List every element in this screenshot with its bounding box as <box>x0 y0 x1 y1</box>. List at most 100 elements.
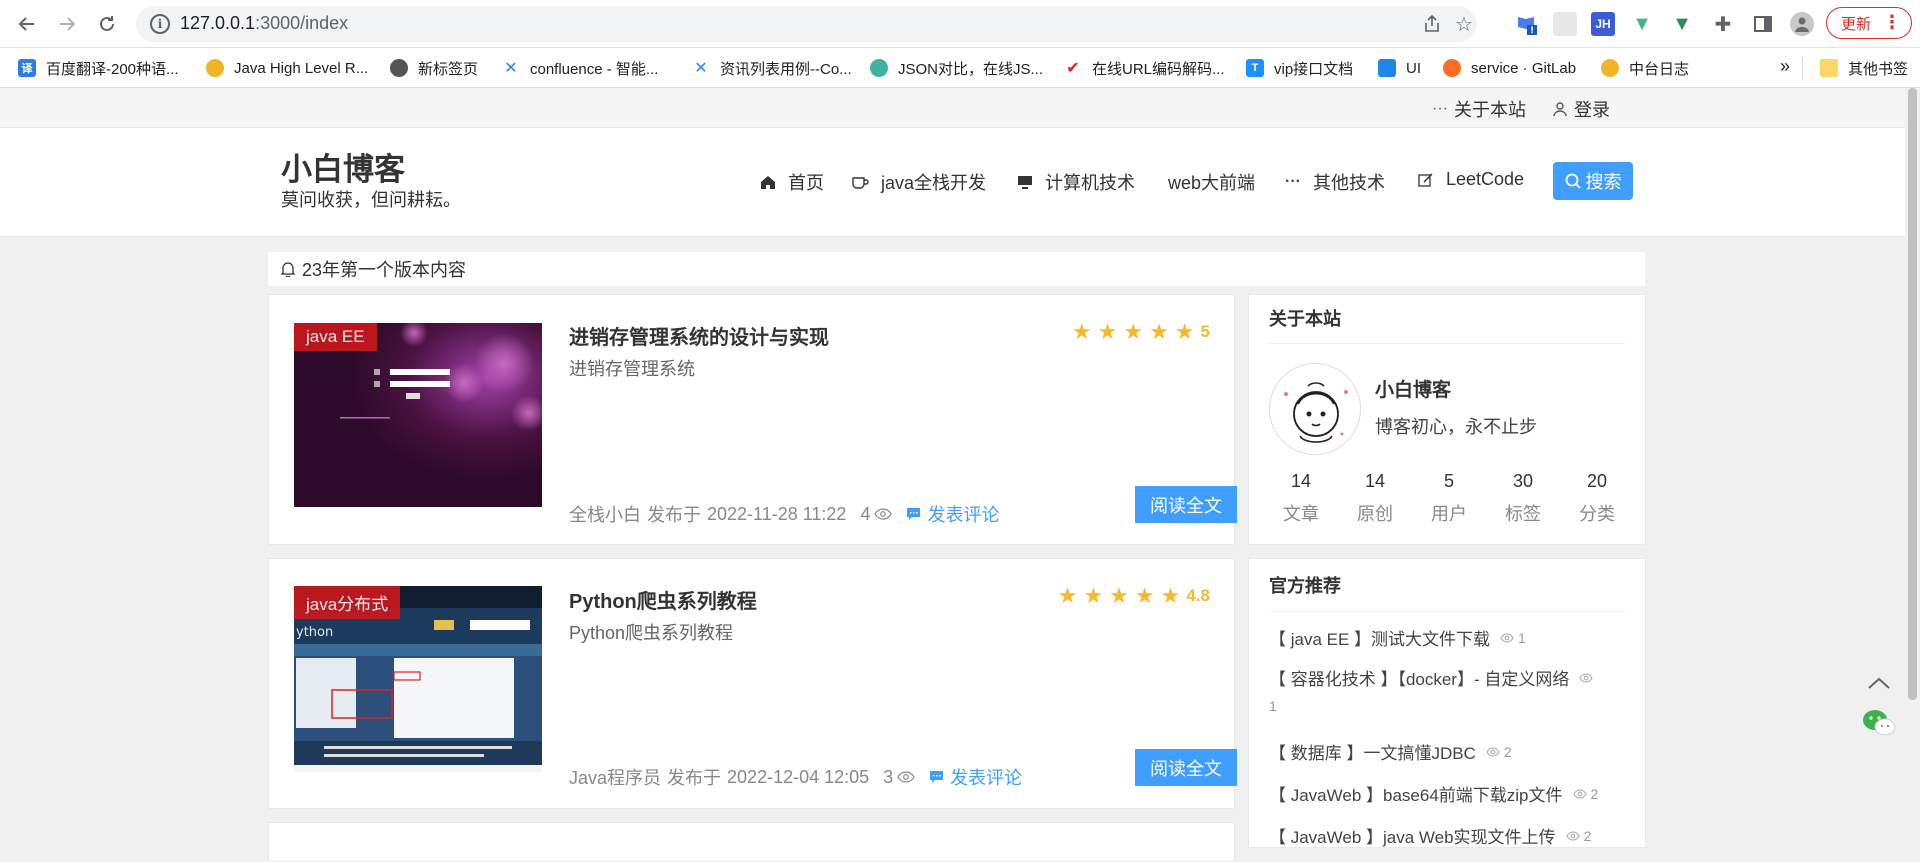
vue-devtools-2-icon[interactable]: ▼ <box>1670 12 1694 36</box>
chevron-up-icon <box>1868 677 1890 689</box>
post-rating: ★★★★★ 5 <box>1072 319 1210 345</box>
forward-button[interactable] <box>52 9 82 39</box>
comment-icon <box>907 508 921 520</box>
nav-home[interactable]: 首页 <box>760 169 824 195</box>
back-button[interactable] <box>12 9 42 39</box>
doc-icon: T <box>1246 59 1264 77</box>
site-logo[interactable]: 小白博客 <box>281 144 405 189</box>
profile-avatar-icon[interactable] <box>1790 12 1814 36</box>
bookmark-item[interactable]: service · GitLab <box>1443 57 1576 79</box>
nav-other[interactable]: ··· 其他技术 <box>1285 169 1385 195</box>
stat-articles[interactable]: 14 文章 <box>1271 471 1331 526</box>
bookmark-item[interactable]: 译百度翻译-200种语... <box>18 57 179 79</box>
gitlab-icon <box>1443 59 1461 77</box>
recommend-item[interactable]: 【 数据库 】一文搞懂JDBC 2 <box>1269 739 1512 764</box>
stat-label: 标签 <box>1505 504 1541 524</box>
post-category-tag[interactable]: java EE <box>294 323 377 351</box>
bookmark-item[interactable]: JSON对比，在线JS... <box>870 57 1043 79</box>
check-icon: ✔ <box>1066 60 1080 77</box>
url-host: 127.0.0.1 <box>180 13 256 33</box>
nav-computer[interactable]: 计算机技术 <box>1017 169 1135 195</box>
vue-devtools-icon[interactable]: ▼ <box>1630 12 1654 36</box>
nav-web[interactable]: web大前端 <box>1168 169 1255 195</box>
bookmark-item[interactable]: 中台日志 <box>1601 57 1689 79</box>
comment-link[interactable]: 发表评论 <box>906 501 999 527</box>
post-meta: 全栈小白 发布于 2022-11-28 11:22 4 发表评论 <box>569 501 999 527</box>
stat-users[interactable]: 5 用户 <box>1419 471 1479 526</box>
more-icon: ··· <box>1285 173 1301 190</box>
bookmark-item[interactable]: UI <box>1378 57 1421 79</box>
post-thumbnail[interactable]: java EE <box>294 323 542 507</box>
bookmark-label: confluence - 智能... <box>530 60 659 78</box>
bookmarks-more-label: » <box>1780 55 1791 76</box>
recommend-views-count: 1 <box>1269 698 1277 714</box>
nav-java[interactable]: java全栈开发 <box>851 169 986 195</box>
extension-grid-icon[interactable] <box>1553 12 1577 36</box>
comment-link[interactable]: 发表评论 <box>929 764 1022 790</box>
eye-icon <box>1572 788 1587 799</box>
post-card: java EE 进销存管理系统的设计与实现 进销存管理系统 ★★★★★ 5 全栈… <box>268 294 1237 545</box>
bookmark-item[interactable]: ✕ confluence - 智能... <box>502 57 658 79</box>
back-to-top-button[interactable] <box>1857 661 1901 705</box>
star-icon: ★★★★★ <box>1071 319 1201 344</box>
recommend-item[interactable]: 【 JavaWeb 】base64前端下载zip文件 2 <box>1269 781 1598 806</box>
bookmark-label: UI <box>1406 59 1421 77</box>
elastic-icon <box>1601 59 1619 77</box>
recommend-views-count: 2 <box>1503 743 1512 760</box>
post-thumbnail[interactable]: ython java分布式 <box>294 586 542 772</box>
author-avatar[interactable] <box>1269 363 1361 455</box>
about-link[interactable]: ··· 关于本站 <box>1432 96 1526 122</box>
read-more-button[interactable]: 阅读全文 <box>1135 749 1237 786</box>
bookmark-other[interactable]: 其他书签 <box>1820 57 1908 79</box>
nav-leetcode-label: LeetCode <box>1446 169 1525 189</box>
recommend-item-text: 【 JavaWeb 】java Web实现文件上传 <box>1269 828 1556 847</box>
author-motto: 博客初心，永不止步 <box>1375 417 1537 437</box>
bookmark-star-icon[interactable]: ☆ <box>1452 12 1476 36</box>
stat-tags[interactable]: 30 标签 <box>1493 471 1553 526</box>
confluence-icon: ✕ <box>504 60 518 77</box>
wechat-button[interactable] <box>1857 701 1901 745</box>
post-title[interactable]: Python爬虫系列教程 <box>569 585 757 614</box>
search-button[interactable]: 搜索 <box>1553 162 1633 200</box>
read-more-button[interactable]: 阅读全文 <box>1135 486 1237 523</box>
bookmark-label: service · GitLab <box>1471 59 1577 77</box>
eye-icon <box>1565 830 1580 841</box>
stat-categories[interactable]: 20 分类 <box>1567 471 1627 526</box>
bookmark-item[interactable]: ✕ 资讯列表用例--Co... <box>692 57 851 79</box>
browser-toolbar: i 127.0.0.1:3000/index ☆ ! JH ▼ ▼ ✚ 更新 ⋮ <box>0 0 1920 48</box>
nav-leetcode[interactable]: LeetCode <box>1418 169 1524 190</box>
bookmark-label: JSON对比，在线JS... <box>898 60 1044 78</box>
bookmark-item[interactable]: 新标签页 <box>390 57 478 79</box>
recommend-title: 官方推荐 <box>1269 576 1341 596</box>
notice-bar[interactable]: 23年第一个版本内容 <box>268 252 1645 286</box>
extension-jh-icon[interactable]: JH <box>1591 12 1615 36</box>
post-author[interactable]: Java程序员 <box>569 764 661 790</box>
post-author[interactable]: 全栈小白 <box>569 501 641 527</box>
recommend-item[interactable]: 【 容器化技术 】【docker】- 自定义网络 1 <box>1269 665 1629 714</box>
recommend-widget: 官方推荐 【 java EE 】测试大文件下载 1 【 容器化技术 】【docke… <box>1248 558 1646 848</box>
bookmark-item[interactable]: Java High Level R... <box>206 57 368 79</box>
reload-button[interactable] <box>92 9 122 39</box>
post-category-tag[interactable]: java分布式 <box>294 586 401 619</box>
extensions-puzzle-icon[interactable]: ✚ <box>1711 12 1735 36</box>
login-link[interactable]: 登录 <box>1552 96 1610 122</box>
post-views: 4 <box>860 503 871 524</box>
bookmark-item[interactable]: Tvip接口文档 <box>1246 57 1353 79</box>
search-label: 搜索 <box>1585 172 1622 192</box>
share-icon[interactable] <box>1420 12 1444 36</box>
svg-text:ython: ython <box>296 625 333 640</box>
url-text[interactable]: 127.0.0.1:3000/index <box>180 13 348 34</box>
post-title[interactable]: 进销存管理系统的设计与实现 <box>569 321 829 350</box>
recommend-item[interactable]: 【 JavaWeb 】java Web实现文件上传 2 <box>1269 823 1591 848</box>
bookmark-item[interactable]: ✔ 在线URL编码解码... <box>1064 57 1224 79</box>
side-panel-icon[interactable] <box>1751 12 1775 36</box>
stat-value: 20 <box>1586 471 1608 491</box>
extension-flag-icon[interactable]: ! <box>1514 12 1538 36</box>
site-info-icon[interactable]: i <box>150 14 170 34</box>
page-scrollbar-thumb[interactable] <box>1908 88 1917 700</box>
bookmarks-more-button[interactable]: » <box>1780 55 1790 77</box>
recommend-item[interactable]: 【 java EE 】测试大文件下载 1 <box>1269 625 1526 650</box>
address-bar[interactable]: i 127.0.0.1:3000/index ☆ <box>136 6 1476 42</box>
stat-original[interactable]: 14 原创 <box>1345 471 1405 526</box>
update-button[interactable]: 更新 ⋮ <box>1826 7 1912 39</box>
